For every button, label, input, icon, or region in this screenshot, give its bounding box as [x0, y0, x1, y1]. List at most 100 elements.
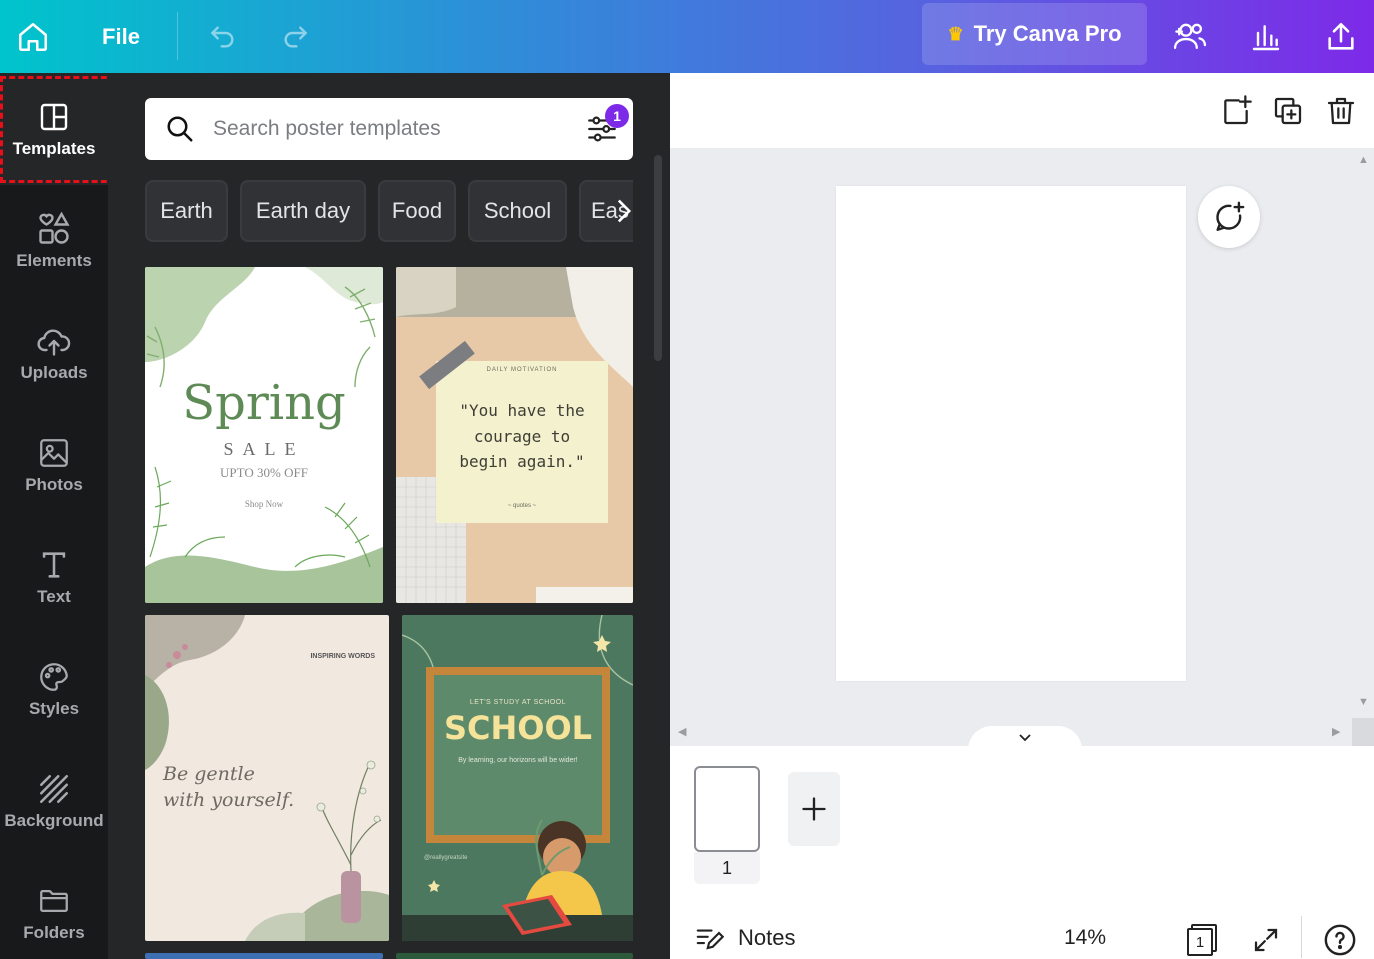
home-icon	[18, 22, 48, 51]
sidebar-item-photos[interactable]: Photos	[0, 409, 108, 521]
category-chips: Earth Earth day Food School Eas	[145, 180, 633, 242]
toolbar-divider	[177, 12, 178, 60]
palette-icon	[40, 663, 68, 691]
spring-cta: Shop Now	[244, 499, 284, 509]
insights-button[interactable]	[1243, 0, 1289, 73]
notes-button[interactable]: Notes	[694, 918, 795, 958]
school-title: SCHOOL	[443, 709, 593, 747]
chevron-right-icon	[617, 199, 632, 223]
notes-label: Notes	[738, 925, 796, 950]
school-handle: @reallygreatsite	[424, 855, 468, 861]
expand-icon	[1254, 928, 1278, 952]
help-button[interactable]	[1320, 920, 1360, 959]
sidebar-item-background[interactable]: Background	[0, 745, 108, 857]
add-page-button[interactable]	[1216, 91, 1256, 131]
design-page[interactable]	[836, 186, 1186, 681]
filter-button[interactable]: 1	[585, 104, 629, 148]
cloud-upload-icon	[37, 329, 71, 356]
spring-title: Spring	[182, 375, 346, 431]
chip-earth[interactable]: Earth	[145, 180, 228, 242]
school-body: By learning, our horizons will be wider!	[458, 757, 578, 764]
sidebar-item-label: Background	[4, 811, 104, 830]
search-input[interactable]	[213, 110, 573, 148]
sidebar-item-uploads[interactable]: Uploads	[0, 297, 108, 409]
add-page-thumbnail-button[interactable]	[788, 772, 840, 846]
sidebar-item-label: Folders	[23, 923, 85, 942]
add-page-icon	[1224, 95, 1252, 125]
template-partial[interactable]	[396, 953, 633, 959]
template-school[interactable]: LET'S STUDY AT SCHOOL SCHOOL By learning…	[402, 615, 633, 941]
chalkboard-decoration	[402, 615, 633, 941]
sidebar-item-templates[interactable]: Templates	[0, 73, 108, 185]
upload-share-icon	[1328, 22, 1354, 50]
sidebar-item-label: Photos	[25, 475, 83, 494]
left-sidebar: Templates Elements Uploads Photos Text S…	[0, 73, 108, 959]
search-bar: 1	[145, 98, 633, 160]
sidebar-item-label: Templates	[12, 139, 96, 158]
plus-icon	[802, 797, 826, 821]
filter-count-badge: 1	[605, 104, 629, 128]
gentle-line-2: with yourself.	[163, 789, 295, 811]
chip-school[interactable]: School	[468, 180, 567, 242]
quote-line-1: "You have the	[459, 401, 585, 420]
page-thumbnail[interactable]	[694, 766, 760, 852]
scroll-down-icon[interactable]: ▼	[1358, 696, 1369, 708]
share-people-button[interactable]	[1167, 0, 1213, 73]
text-icon	[42, 552, 66, 578]
chip-earth-day[interactable]: Earth day	[240, 180, 366, 242]
help-icon	[1324, 924, 1356, 956]
image-icon	[40, 439, 68, 467]
bottom-divider	[1301, 916, 1302, 958]
quote-line-2: courage to	[473, 427, 571, 446]
gentle-header: INSPIRING WORDS	[310, 653, 375, 660]
crown-icon: ♛	[947, 23, 964, 44]
spring-offer: UPTO 30% OFF	[220, 465, 308, 480]
bar-chart-icon	[1252, 24, 1280, 50]
redo-button[interactable]	[272, 0, 318, 73]
export-button[interactable]	[1318, 0, 1364, 73]
file-menu-button[interactable]: File	[92, 0, 150, 73]
editor-toolbar	[670, 73, 1374, 148]
page-count-button[interactable]: 1	[1182, 920, 1222, 959]
template-be-gentle[interactable]: INSPIRING WORDS Be gentle with yourself.	[145, 615, 389, 941]
scroll-left-icon[interactable]: ◀	[678, 725, 686, 738]
template-partial[interactable]	[145, 953, 383, 959]
scroll-up-icon[interactable]: ▲	[1358, 154, 1369, 166]
duplicate-icon	[1274, 97, 1302, 125]
school-kicker: LET'S STUDY AT SCHOOL	[469, 699, 567, 706]
undo-icon	[211, 25, 234, 48]
chips-scroll-right[interactable]	[615, 180, 633, 242]
scroll-right-icon[interactable]: ▶	[1332, 725, 1340, 738]
pages-icon: 1	[1187, 924, 1217, 956]
page-thumbnail-number: 1	[694, 852, 760, 884]
template-motivation-quote[interactable]: DAILY MOTIVATION "You have the courage t…	[396, 267, 633, 603]
home-button[interactable]	[10, 0, 56, 73]
sidebar-item-elements[interactable]: Elements	[0, 185, 108, 297]
sidebar-item-folders[interactable]: Folders	[0, 857, 108, 959]
templates-panel: 1 Earth Earth day Food School Eas	[108, 73, 670, 959]
trash-icon	[1327, 97, 1355, 125]
template-spring-sale[interactable]: Spring SALE UPTO 30% OFF Shop Now	[145, 267, 383, 603]
delete-page-button[interactable]	[1321, 91, 1361, 131]
chip-food[interactable]: Food	[378, 180, 456, 242]
duplicate-page-button[interactable]	[1268, 91, 1308, 131]
notes-icon	[696, 929, 724, 950]
spring-subtitle: SALE	[223, 439, 305, 459]
sidebar-item-label: Uploads	[20, 363, 88, 382]
vertical-scrollbar[interactable]: ▲ ▼	[1352, 148, 1374, 718]
fullscreen-button[interactable]	[1246, 920, 1286, 959]
undo-button[interactable]	[200, 0, 246, 73]
sidebar-item-text[interactable]: Text	[0, 521, 108, 633]
quote-header: DAILY MOTIVATION	[486, 367, 558, 373]
gentle-line-1: Be gentle	[163, 763, 255, 785]
folder-icon	[40, 889, 68, 913]
panel-scrollbar[interactable]	[654, 155, 662, 361]
try-canva-pro-button[interactable]: ♛ Try Canva Pro	[922, 3, 1147, 65]
background-pattern-icon	[39, 774, 69, 804]
sidebar-item-label: Text	[37, 587, 71, 606]
people-add-icon	[1173, 23, 1207, 49]
sidebar-item-styles[interactable]: Styles	[0, 633, 108, 745]
shapes-icon	[39, 211, 70, 244]
zoom-level[interactable]: 14%	[1064, 918, 1106, 958]
add-comment-button[interactable]	[1198, 186, 1260, 248]
